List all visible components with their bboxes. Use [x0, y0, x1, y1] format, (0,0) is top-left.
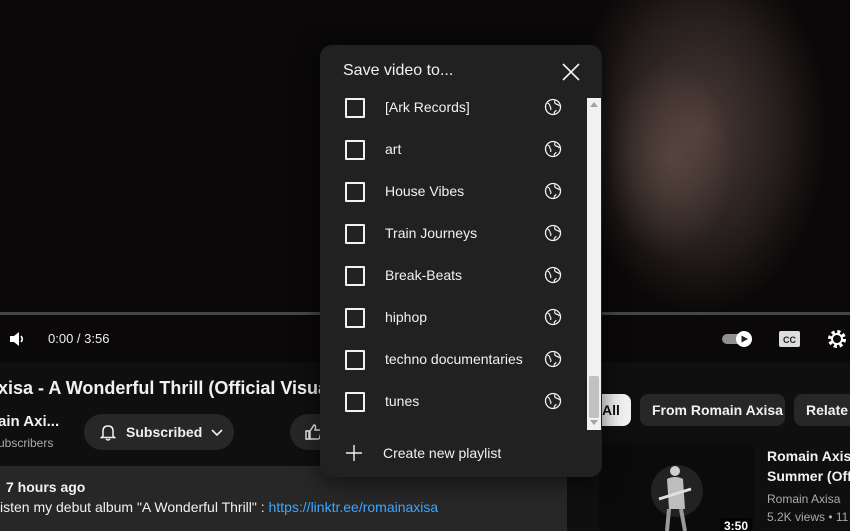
playlist-list: [Ark Records] art House Vibes Train Jour… [320, 95, 602, 427]
playlist-row[interactable]: tunes [320, 391, 586, 427]
volume-icon[interactable] [8, 330, 26, 348]
settings-gear-icon[interactable] [826, 328, 848, 350]
description-link[interactable]: https://linktr.ee/romainaxisa [269, 499, 439, 515]
playlist-label: techno documentaries [385, 351, 523, 367]
playlist-checkbox[interactable] [345, 308, 365, 328]
playlist-label: hiphop [385, 309, 428, 325]
globe-icon [544, 98, 562, 116]
playlist-row[interactable]: House Vibes [320, 181, 586, 223]
playlist-row[interactable]: art [320, 139, 586, 181]
playlist-label: Break-Beats [385, 267, 463, 283]
playlist-checkbox[interactable] [345, 266, 365, 286]
globe-icon [544, 182, 562, 200]
scroll-down-arrow-icon[interactable] [590, 420, 598, 425]
svg-text:CC: CC [783, 335, 796, 345]
globe-icon [544, 266, 562, 284]
video-title: xisa - A Wonderful Thrill (Official Visu… [0, 378, 329, 398]
playlist-row[interactable]: Break-Beats [320, 265, 586, 307]
playlist-checkbox[interactable] [345, 350, 365, 370]
chip-from-channel[interactable]: From Romain Axisa [640, 394, 785, 426]
chevron-down-icon [211, 429, 223, 437]
description-body: isten my debut album "A Wonderful Thrill… [0, 499, 269, 515]
recommended-title[interactable]: Romain Axisa Summer (Offi [767, 446, 850, 486]
autoplay-toggle[interactable] [722, 331, 756, 347]
playlist-label: House Vibes [385, 183, 465, 199]
playlist-label: art [385, 141, 402, 157]
plus-icon [346, 445, 362, 461]
globe-icon [544, 350, 562, 368]
dialog-title: Save video to... [343, 62, 454, 79]
globe-icon [544, 308, 562, 326]
playlist-checkbox[interactable] [345, 98, 365, 118]
subtitles-icon[interactable]: CC [778, 330, 801, 348]
playlist-row[interactable]: [Ark Records] [320, 97, 586, 139]
description-text: isten my debut album "A Wonderful Thrill… [0, 499, 438, 515]
playlist-scrollbar[interactable] [587, 98, 601, 430]
create-playlist-label: Create new playlist [383, 445, 502, 461]
duration-badge: 3:50 [720, 518, 753, 531]
playlist-label: tunes [385, 393, 420, 409]
globe-icon [544, 224, 562, 242]
scrollbar-thumb[interactable] [589, 376, 599, 418]
subscriber-count: ubscribers [0, 436, 54, 450]
playlist-checkbox[interactable] [345, 224, 365, 244]
playlist-checkbox[interactable] [345, 182, 365, 202]
playlist-checkbox[interactable] [345, 140, 365, 160]
globe-icon [544, 392, 562, 410]
create-playlist-button[interactable]: Create new playlist [320, 437, 602, 469]
upload-date: 7 hours ago [6, 479, 86, 495]
playlist-row[interactable]: Train Journeys [320, 223, 586, 265]
time-display: 0:00 / 3:56 [48, 331, 110, 346]
scroll-up-arrow-icon[interactable] [590, 102, 598, 107]
recommended-channel[interactable]: Romain Axisa [767, 492, 840, 506]
chip-related[interactable]: Relate [794, 394, 850, 426]
playlist-row[interactable]: hiphop [320, 307, 586, 349]
subscribed-label: Subscribed [126, 424, 203, 440]
playlist-label: [Ark Records] [385, 99, 470, 115]
playlist-row[interactable]: techno documentaries [320, 349, 586, 391]
close-icon[interactable] [560, 61, 582, 83]
recommended-views: 5.2K views • 11 [767, 510, 849, 524]
bell-icon [99, 425, 117, 441]
playlist-label: Train Journeys [385, 225, 478, 241]
channel-name[interactable]: ain Axi... [0, 413, 59, 430]
save-video-dialog: Save video to... [Ark Records] art House… [320, 45, 602, 477]
recommended-title-line2: Summer (Offi [767, 468, 850, 484]
subscribed-button[interactable]: Subscribed [84, 414, 234, 450]
playlist-checkbox[interactable] [345, 392, 365, 412]
globe-icon [544, 140, 562, 158]
recommended-title-line1: Romain Axisa [767, 448, 850, 464]
